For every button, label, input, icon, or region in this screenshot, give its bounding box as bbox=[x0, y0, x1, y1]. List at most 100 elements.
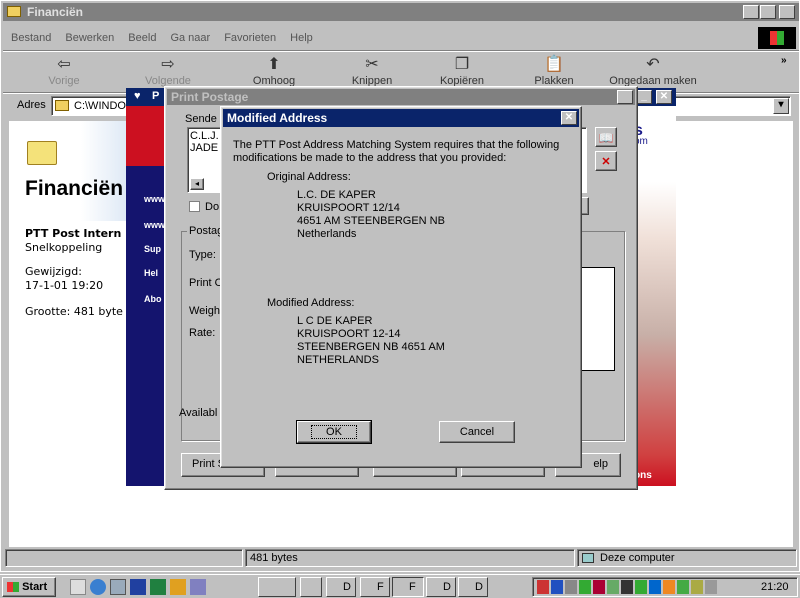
tray-icon-12[interactable] bbox=[691, 580, 703, 594]
task-button-1[interactable] bbox=[258, 577, 296, 597]
do-checkbox-label: Do bbox=[205, 201, 220, 213]
dialog-title-bar[interactable]: Modified Address ✕ bbox=[223, 109, 579, 127]
copy-icon: ❐ bbox=[454, 56, 470, 73]
back-button[interactable]: ⇦ Vorige bbox=[29, 55, 99, 87]
ptt-link-4[interactable]: Hel bbox=[144, 268, 158, 278]
word-icon[interactable] bbox=[130, 579, 146, 595]
up-button[interactable]: ⬆ Omhoog bbox=[239, 55, 309, 87]
tray-icon-7[interactable] bbox=[621, 580, 633, 594]
forward-arrow-icon: ⇨ bbox=[161, 56, 175, 73]
paste-button[interactable]: 📋 Plakken bbox=[519, 55, 589, 87]
ptt-link-5[interactable]: Abo bbox=[144, 294, 162, 304]
menu-favorieten[interactable]: Favorieten bbox=[224, 32, 276, 48]
available-label: Availabl bbox=[179, 407, 218, 419]
tray-icon-10[interactable] bbox=[663, 580, 675, 594]
maximize-button[interactable]: □ bbox=[760, 5, 776, 19]
print-postage-close-button[interactable]: ✕ bbox=[617, 90, 633, 104]
ie-icon[interactable] bbox=[90, 579, 106, 595]
close-button[interactable]: ✕ bbox=[779, 5, 795, 19]
ptt-link-2[interactable]: www bbox=[144, 220, 165, 230]
do-checkbox[interactable] bbox=[189, 201, 200, 212]
tray-icons bbox=[537, 580, 717, 594]
menu-beeld[interactable]: Beeld bbox=[128, 32, 156, 48]
red-x-icon: ✕ bbox=[601, 156, 611, 168]
forward-button[interactable]: ⇨ Volgende bbox=[133, 55, 203, 87]
tray-icon-4[interactable] bbox=[579, 580, 591, 594]
address-book-icon: 📖 bbox=[598, 131, 614, 145]
minimize-button[interactable]: _ bbox=[743, 5, 759, 19]
windows-logo bbox=[758, 27, 796, 49]
tray-icon-1[interactable] bbox=[537, 580, 549, 594]
item-name: PTT Post Intern bbox=[25, 227, 122, 240]
ok-button[interactable]: OK bbox=[296, 420, 372, 444]
dialog-title: Modified Address bbox=[227, 111, 328, 125]
excel-icon[interactable] bbox=[150, 579, 166, 595]
tray-icon-3[interactable] bbox=[565, 580, 577, 594]
task-button-3[interactable]: D bbox=[326, 577, 356, 597]
modified-line-4: NETHERLANDS bbox=[297, 354, 379, 366]
ptt-close-button[interactable]: ✕ bbox=[656, 90, 672, 104]
sender-line-2: JADE bbox=[190, 142, 219, 154]
dialog-close-button[interactable]: ✕ bbox=[561, 111, 577, 125]
type-label: Type: bbox=[189, 249, 216, 261]
size-text: Grootte: 481 byte bbox=[25, 305, 123, 318]
ptt-sidebar: www www Sup Hel Abo bbox=[126, 106, 166, 486]
folder-pane: Financiën PTT Post Intern Snelkoppeling … bbox=[9, 121, 129, 547]
folder-icon bbox=[55, 100, 69, 111]
print-postage-title: Print Postage bbox=[171, 90, 249, 104]
original-line-2: KRUISPOORT 12/14 bbox=[297, 202, 400, 214]
menu-ga-naar[interactable]: Ga naar bbox=[170, 32, 210, 48]
menu-help[interactable]: Help bbox=[290, 32, 313, 48]
task-button-4[interactable]: F bbox=[360, 577, 390, 597]
modified-line-2: KRUISPOORT 12-14 bbox=[297, 328, 401, 340]
print-option-label: Print O bbox=[189, 277, 224, 289]
cut-button[interactable]: ✂ Knippen bbox=[337, 55, 407, 87]
menu-bestand[interactable]: Bestand bbox=[11, 32, 51, 48]
start-button[interactable]: Start bbox=[2, 577, 56, 597]
scroll-left-button[interactable]: ◂ bbox=[190, 178, 204, 190]
cancel-button[interactable]: Cancel bbox=[439, 421, 515, 443]
task-button-5[interactable]: F bbox=[392, 577, 424, 597]
speaker-icon[interactable] bbox=[705, 580, 717, 594]
quick-launch-icon-3[interactable] bbox=[110, 579, 126, 595]
status-zone: Deze computer bbox=[600, 552, 675, 564]
weight-label: Weigh bbox=[189, 305, 220, 317]
large-folder-icon bbox=[27, 141, 57, 165]
clock[interactable]: 21:20 bbox=[761, 581, 789, 593]
tray-icon-8[interactable] bbox=[635, 580, 647, 594]
tray-icon-2[interactable] bbox=[551, 580, 563, 594]
computer-icon bbox=[582, 553, 594, 563]
system-tray: 21:20 bbox=[532, 577, 798, 597]
tray-icon-5[interactable] bbox=[593, 580, 605, 594]
delete-button[interactable]: ✕ bbox=[595, 151, 617, 171]
status-panel-size: 481 bytes bbox=[245, 549, 575, 567]
print-postage-title-bar[interactable]: Print Postage ✕ bbox=[167, 89, 635, 105]
start-label: Start bbox=[22, 581, 48, 593]
undo-button[interactable]: ↶ Ongedaan maken bbox=[603, 55, 703, 87]
media-icon[interactable] bbox=[170, 579, 186, 595]
copy-button[interactable]: ❐ Kopiëren bbox=[427, 55, 497, 87]
preview-box bbox=[581, 267, 615, 371]
ptt-link-1[interactable]: www bbox=[144, 194, 165, 204]
quick-launch-icon-7[interactable] bbox=[190, 579, 206, 595]
back-arrow-icon: ⇦ bbox=[57, 56, 71, 73]
explorer-title-bar[interactable]: Financiën _ □ ✕ bbox=[3, 3, 799, 21]
tray-icon-11[interactable] bbox=[677, 580, 689, 594]
menu-bar: Bestand Bewerken Beeld Ga naar Favoriete… bbox=[11, 32, 327, 48]
task-button-7[interactable]: D bbox=[458, 577, 488, 597]
address-book-button[interactable]: 📖 bbox=[595, 127, 617, 147]
ptt-link-3[interactable]: Sup bbox=[144, 244, 161, 254]
item-type: Snelkoppeling bbox=[25, 241, 103, 254]
quick-launch-icon-1[interactable] bbox=[70, 579, 86, 595]
sender-line-1: C.L.J. bbox=[190, 130, 219, 142]
task-button-6[interactable]: D bbox=[426, 577, 456, 597]
task-button-2[interactable] bbox=[300, 577, 322, 597]
tray-icon-6[interactable] bbox=[607, 580, 619, 594]
modified-line-1: L C DE KAPER bbox=[297, 315, 373, 327]
chevron-icon[interactable]: » bbox=[781, 55, 787, 66]
address-dropdown-button[interactable]: ▾ bbox=[773, 98, 789, 114]
ptt-minimize-button[interactable]: _ bbox=[636, 90, 652, 104]
tray-icon-9[interactable] bbox=[649, 580, 661, 594]
menu-bewerken[interactable]: Bewerken bbox=[65, 32, 114, 48]
ok-button-label: OK bbox=[311, 425, 357, 439]
